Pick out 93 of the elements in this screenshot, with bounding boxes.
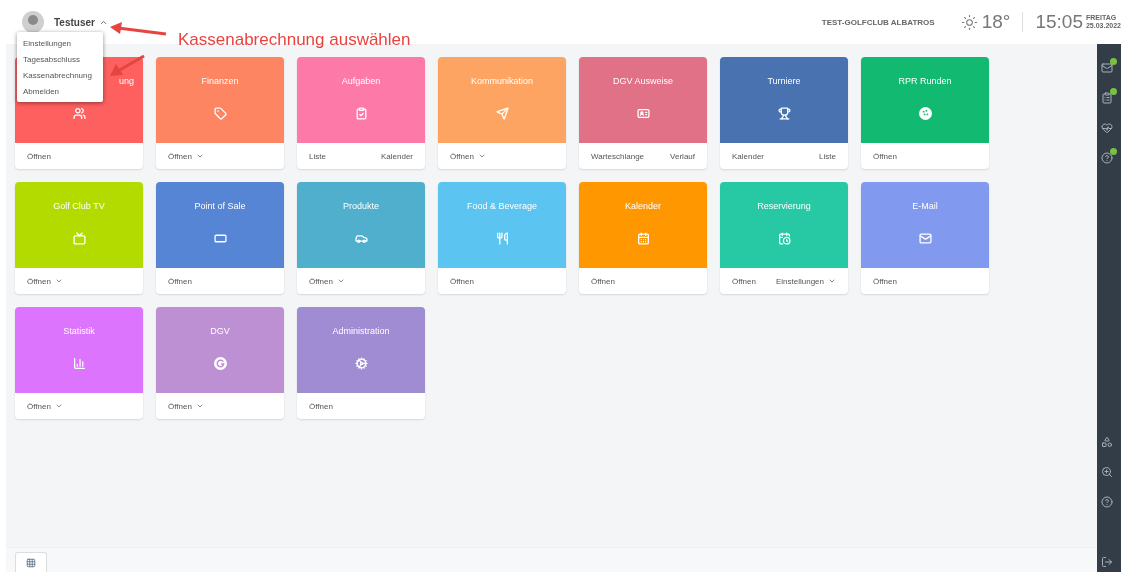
app-tile[interactable]: Golf Club TV Öffnen xyxy=(15,182,143,294)
app-tile[interactable]: Turniere Kalender Liste xyxy=(720,57,848,169)
tile-title: RPR Runden xyxy=(898,76,952,86)
tile-title: Turniere xyxy=(767,76,801,86)
calendar-clock-icon xyxy=(777,232,791,245)
user-menu-button[interactable]: Testuser xyxy=(54,16,108,28)
menu-item[interactable]: Abmelden xyxy=(17,83,103,99)
tile-action[interactable]: Öffnen xyxy=(873,276,897,286)
app-tile[interactable]: E-Mail Öffnen xyxy=(861,182,989,294)
users-icon xyxy=(72,107,86,120)
tile-action[interactable]: Öffnen xyxy=(450,151,486,161)
tile-action[interactable]: Öffnen xyxy=(591,276,615,286)
app-tile[interactable]: Reservierung Öffnen Einstellungen xyxy=(720,182,848,294)
app-tile[interactable]: Kommunikation Öffnen xyxy=(438,57,566,169)
temperature: 18° xyxy=(981,11,1011,33)
clock-time: 15:05 xyxy=(1035,11,1083,33)
send-icon xyxy=(495,107,509,120)
sun-icon xyxy=(960,13,978,31)
app-tile[interactable]: Point of Sale Öffnen xyxy=(156,182,284,294)
tile-action[interactable]: Öffnen xyxy=(27,401,63,411)
tile-action[interactable]: Öffnen xyxy=(873,151,897,161)
tile-action[interactable]: Verlauf xyxy=(670,151,695,161)
tag-icon xyxy=(213,107,227,120)
calendar-icon xyxy=(636,232,650,245)
tile-action[interactable]: Öffnen xyxy=(27,151,51,161)
club-name: TEST-GOLFCLUB ALBATROS xyxy=(821,17,935,27)
tile-title: Statistik xyxy=(63,326,95,336)
id-card-icon xyxy=(636,107,650,120)
tile-title: Administration xyxy=(332,326,390,336)
annotation-text: Kassenabrechnung auswählen xyxy=(178,30,411,50)
chevron-icon xyxy=(336,277,345,285)
chevron-icon xyxy=(54,402,63,410)
tile-action[interactable]: Öffnen xyxy=(168,276,192,286)
clipboard-icon[interactable] xyxy=(1101,88,1117,104)
menu-item[interactable]: Kassenabrechnung xyxy=(17,67,103,83)
tile-action[interactable]: Öffnen xyxy=(168,151,204,161)
tile-action[interactable]: Liste xyxy=(819,151,836,161)
apps-grid-button[interactable] xyxy=(15,552,47,572)
app-tile[interactable]: Administration Öffnen xyxy=(297,307,425,419)
clipboard-check-icon xyxy=(354,107,368,120)
tile-action[interactable]: Kalender xyxy=(732,151,765,161)
car-icon xyxy=(354,232,368,245)
avatar xyxy=(22,11,44,33)
tile-title: Food & Beverage xyxy=(466,201,537,211)
tile-action[interactable]: Öffnen xyxy=(732,276,756,286)
tile-title: Golf Club TV xyxy=(53,201,105,211)
app-tile[interactable]: Finanzen Öffnen xyxy=(156,57,284,169)
app-tile[interactable]: Food & Beverage Öffnen xyxy=(438,182,566,294)
app-tile[interactable]: Aufgaben Liste Kalender xyxy=(297,57,425,169)
tile-action[interactable]: Öffnen xyxy=(309,276,345,286)
tile-action[interactable]: Liste xyxy=(309,151,326,161)
mail-icon xyxy=(918,232,932,245)
tile-title: Finanzen xyxy=(201,76,239,86)
chevron-icon xyxy=(195,402,204,410)
app-tile[interactable]: DGV Öffnen xyxy=(156,307,284,419)
annotation-arrow xyxy=(108,54,146,78)
app-tile[interactable]: Statistik Öffnen xyxy=(15,307,143,419)
tile-action[interactable]: Öffnen xyxy=(168,401,204,411)
tile-action[interactable]: Öffnen xyxy=(309,401,333,411)
chevron-icon xyxy=(195,152,204,160)
tile-title: DGV Ausweise xyxy=(613,76,673,86)
tile-title: Produkte xyxy=(343,201,379,211)
annotation-arrow xyxy=(108,20,168,36)
tile-title: DGV xyxy=(210,326,230,336)
mail-icon[interactable] xyxy=(1101,58,1117,74)
tile-action[interactable]: Warteschlange xyxy=(591,151,645,161)
tile-title: Point of Sale xyxy=(194,201,246,211)
ball-icon xyxy=(918,107,932,120)
app-tile[interactable]: RPR Runden Öffnen xyxy=(861,57,989,169)
utensils-icon xyxy=(495,232,509,245)
chevron-icon xyxy=(54,277,63,285)
tile-title: ung xyxy=(118,76,134,86)
bar-chart-icon xyxy=(72,357,86,370)
tile-title: Aufgaben xyxy=(341,76,381,86)
app-tile[interactable]: DGV Ausweise Warteschlange Verlauf xyxy=(579,57,707,169)
tile-action[interactable]: Öffnen xyxy=(450,276,474,286)
chevron-icon xyxy=(477,152,486,160)
tile-title: E-Mail xyxy=(912,201,938,211)
app-tile[interactable]: Produkte Öffnen xyxy=(297,182,425,294)
tablet-icon xyxy=(213,232,227,245)
gear-icon xyxy=(354,357,368,370)
tv-icon xyxy=(72,232,86,245)
app-tile[interactable]: Kalender Öffnen xyxy=(579,182,707,294)
trophy-icon xyxy=(777,107,791,120)
tile-action[interactable]: Öffnen xyxy=(27,276,63,286)
chevron-icon xyxy=(828,277,836,285)
tile-action[interactable]: Kalender xyxy=(380,151,413,161)
menu-item[interactable]: Einstellungen xyxy=(17,35,103,51)
tile-title: Kalender xyxy=(625,201,661,211)
tile-action[interactable]: Einstellungen xyxy=(775,276,836,286)
tile-title: Reservierung xyxy=(757,201,811,211)
grid-icon xyxy=(26,557,36,568)
tile-title: Kommunikation xyxy=(471,76,533,86)
